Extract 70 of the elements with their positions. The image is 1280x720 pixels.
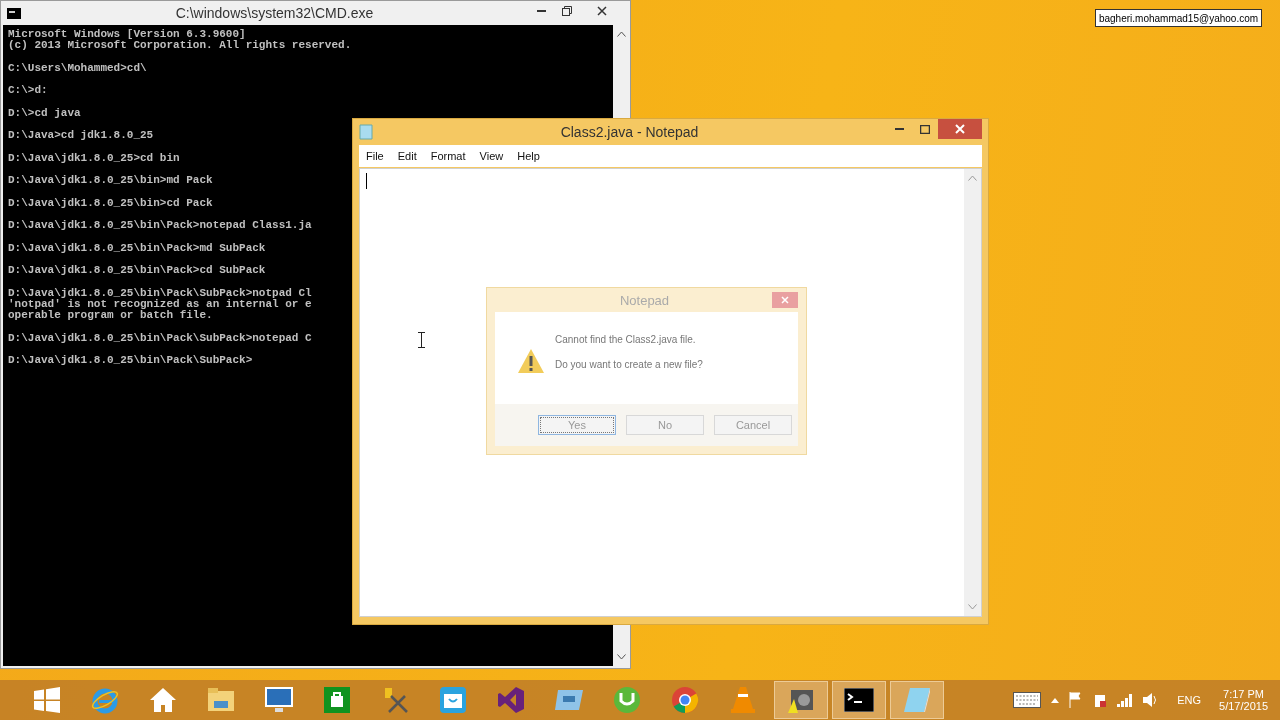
console-line: Microsoft Windows [Version 6.3.9600] (8, 29, 246, 41)
restore-icon (562, 6, 572, 16)
taskbar-button[interactable] (832, 681, 886, 719)
shopping-bag-icon (324, 687, 350, 713)
caret-up-icon[interactable] (1051, 697, 1060, 703)
monitor-icon (264, 686, 294, 714)
windows-logo-icon (34, 687, 60, 713)
clock-time[interactable]: 7:17 PM (1223, 688, 1264, 700)
menu-item[interactable]: File (359, 148, 391, 164)
signal-icon[interactable] (1117, 693, 1134, 707)
scroll-down-icon (968, 604, 977, 610)
console-line: D:\Java\jdk1.8.0_25\bin\Pack>md SubPack (8, 242, 266, 254)
house-icon (149, 687, 177, 713)
scroll-up-icon (617, 31, 626, 37)
keyboard-icon[interactable] (1013, 692, 1042, 708)
warning-icon (517, 348, 545, 374)
message-text: Cannot find the Class2.java file. (555, 334, 697, 345)
console-line: D:\Java>cd jdk1.8.0_25 (8, 130, 154, 142)
console-line: D:\Java\jdk1.8.0_25\bin\Pack>cd SubPack (8, 265, 266, 277)
menu-item[interactable]: Format (423, 148, 473, 164)
console-line: C:\Users\Mohammed>cd\ (8, 62, 147, 74)
console-icon (7, 7, 21, 19)
dialog-button[interactable]: Yes (538, 415, 616, 435)
torrent-icon (613, 686, 641, 714)
scroll-down-icon (617, 654, 626, 660)
console-line: 'notpad' is not recognized as an internal or e (8, 298, 312, 311)
console-line: D:\Java\jdk1.8.0_25\bin>md Pack (8, 175, 213, 187)
console-line: operable program or batch file. (8, 310, 213, 322)
console-line: C:\>d: (8, 85, 48, 97)
taskbar-button[interactable] (774, 681, 828, 719)
notepad-icon (359, 124, 373, 140)
browser-e-icon (91, 686, 119, 714)
close-icon (597, 6, 607, 16)
window-title: C:\windows\system32\CMD.exe (174, 5, 375, 21)
close-button[interactable] (938, 119, 982, 139)
console-line: D:\Java\jdk1.8.0_25\bin\Pack\SubPack>notepad C (8, 332, 312, 344)
console-line: D:\>cd java (8, 107, 81, 119)
chrome-icon (671, 686, 699, 714)
minimize-icon (536, 10, 546, 12)
maximize-icon (920, 124, 930, 134)
console-line: D:\Java\jdk1.8.0_25>cd bin (8, 152, 180, 164)
scroll-up-icon (968, 175, 977, 181)
minimize-icon (894, 128, 904, 130)
folder-icon (207, 687, 235, 713)
console-line: (c) 2013 Microsoft Corporation. All rights reserved. (8, 40, 352, 52)
infinity-logo-icon (497, 686, 525, 714)
email-label: bagheri.mohammad15@yahoo.com (1095, 9, 1262, 27)
console-line: D:\Java\jdk1.8.0_25\bin\Pack>notepad Class1.ja (8, 220, 312, 232)
message-text: Do you want to create a new file? (555, 359, 703, 370)
console-line: D:\Java\jdk1.8.0_25\bin\Pack\SubPack>notpad Cl (8, 287, 312, 299)
menu-item[interactable]: Edit (390, 148, 424, 164)
close-button[interactable] (772, 292, 798, 308)
dialog-title: Notepad (618, 292, 671, 308)
flag-icon[interactable] (1069, 692, 1084, 708)
console-line: D:\Java\jdk1.8.0_25\bin>cd Pack (8, 197, 213, 209)
clock-date[interactable]: 5/17/2015 (1219, 700, 1268, 712)
traffic-cone-icon (730, 686, 756, 714)
dialog-button[interactable]: Cancel (714, 415, 792, 435)
window-title: Class2.java - Notepad (559, 124, 700, 140)
notepad-icon (902, 686, 932, 714)
console-line: D:\Java\jdk1.8.0_25\bin\Pack\SubPack> (8, 355, 253, 367)
menu-item[interactable]: View (472, 148, 511, 164)
console-icon (844, 688, 874, 712)
menu-item[interactable]: Help (510, 148, 547, 164)
close-icon (955, 124, 965, 134)
scrollbar[interactable] (964, 169, 981, 616)
close-icon (781, 296, 789, 304)
text-cursor-icon (418, 332, 425, 348)
language-indicator[interactable]: ENG (1177, 694, 1202, 706)
dialog-button[interactable]: No (626, 415, 704, 435)
